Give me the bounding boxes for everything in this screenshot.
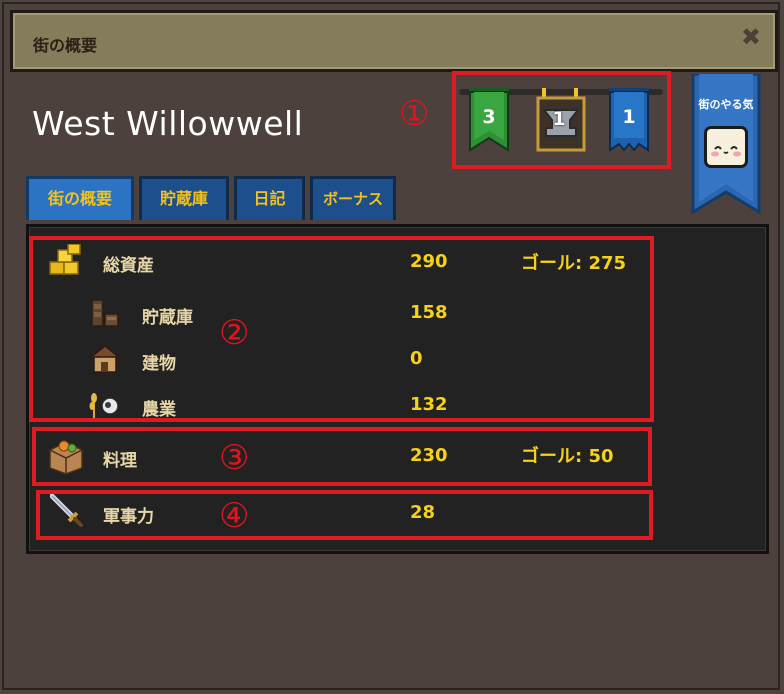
agriculture-label: 農業 (142, 400, 176, 420)
banner-value-2: 1 (552, 108, 566, 130)
annotation-number-4: ④ (219, 496, 250, 536)
annotation-number-3: ③ (219, 438, 250, 478)
total-assets-gold: ゴール: 275 (521, 253, 627, 274)
tab-overview[interactable]: 街の概要 (26, 176, 134, 220)
motivation-ribbon[interactable]: 街のやる気 (691, 74, 761, 214)
green-banner-icon[interactable]: 3 (466, 88, 512, 152)
close-button[interactable]: ✖ (741, 25, 761, 49)
annotation-number-1: ① (399, 94, 430, 134)
happy-face-icon (704, 126, 748, 168)
shelf-icon (90, 298, 120, 332)
anvil-banner-icon[interactable]: 1 (536, 88, 586, 152)
gold-bars-icon (48, 243, 84, 284)
house-icon (87, 344, 123, 378)
food-crate-icon (46, 436, 86, 480)
cooking-gold: ゴール: 50 (521, 446, 614, 467)
buildings-label: 建物 (142, 354, 176, 374)
total-assets-value: 290 (410, 251, 448, 272)
window-title: 街の概要 (33, 36, 98, 55)
sword-icon (49, 493, 84, 532)
banner-value-1: 3 (482, 106, 496, 128)
military-value: 28 (410, 502, 436, 523)
cooking-value: 230 (410, 445, 448, 466)
total-assets-label: 総資産 (103, 256, 154, 276)
banner-value-3: 1 (622, 106, 636, 128)
tab-diary[interactable]: 日記 (234, 176, 305, 220)
farm-icon (88, 390, 124, 424)
motivation-label: 街のやる気 (698, 98, 754, 111)
agriculture-value: 132 (410, 394, 448, 415)
storage-label: 貯蔵庫 (142, 308, 193, 328)
cooking-label: 料理 (103, 451, 137, 471)
town-name: West Willowwell (32, 104, 304, 143)
tab-storage[interactable]: 貯蔵庫 (139, 176, 229, 220)
blue-banner-icon[interactable]: 1 (606, 88, 652, 152)
tab-bonus[interactable]: ボーナス (310, 176, 396, 220)
military-label: 軍事力 (103, 507, 154, 527)
annotation-number-2: ② (219, 313, 250, 353)
storage-value: 158 (410, 302, 448, 323)
title-bar: 街の概要 ✖ (10, 10, 778, 72)
buildings-value: 0 (410, 348, 423, 369)
